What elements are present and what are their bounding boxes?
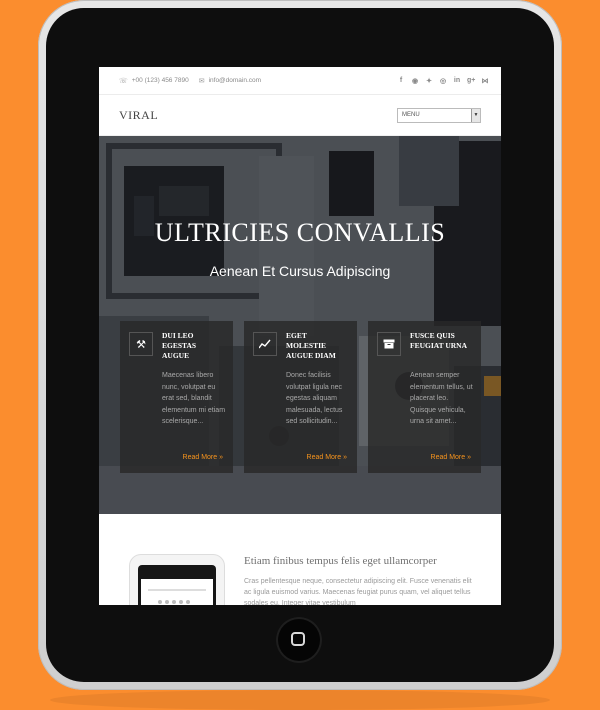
archive-icon (377, 332, 401, 356)
twitter-icon[interactable]: ✦ (425, 77, 433, 85)
phone-contact[interactable]: ☏ +00 (123) 456 7890 (119, 77, 189, 85)
social-links: f ◉ ✦ ◎ in g+ ⋈ (397, 77, 489, 85)
service-card: EGET MOLESTIE AUGUE DIAM Donec facilisis… (244, 321, 357, 473)
site-logo[interactable]: VIRAL (119, 108, 158, 123)
rss-icon[interactable]: ⋈ (481, 77, 489, 85)
hero-subtitle: Aenean Et Cursus Adipiscing (209, 263, 391, 279)
hero-section: ULTRICIES CONVALLIS Aenean Et Cursus Adi… (99, 136, 501, 514)
tablet-screen: ☏ +00 (123) 456 7890 ✉ info@domain.com f… (99, 67, 501, 605)
service-cards: ⚒ DUI LEO EGESTAS AUGUE Maecenas libero … (120, 321, 481, 473)
home-button[interactable] (276, 617, 322, 663)
email-address: info@domain.com (208, 77, 262, 84)
card-text: Donec facilisis volutpat ligula nec eges… (286, 372, 343, 426)
dropdown-arrow-icon: ▼ (471, 108, 480, 122)
read-more-link[interactable]: Read More » (183, 454, 223, 461)
menu-dropdown[interactable]: MENU ▼ (397, 107, 481, 123)
feature-title: Etiam finibus tempus felis eget ullamcor… (244, 555, 437, 567)
phone-icon: ☏ (119, 77, 128, 85)
mail-icon: ✉ (198, 77, 205, 85)
chart-line-icon (253, 332, 277, 356)
service-card: ⚒ DUI LEO EGESTAS AUGUE Maecenas libero … (120, 321, 233, 473)
linkedin-icon[interactable]: in (453, 77, 461, 85)
read-more-link[interactable]: Read More » (307, 454, 347, 461)
top-bar: ☏ +00 (123) 456 7890 ✉ info@domain.com f… (99, 67, 501, 95)
gavel-icon: ⚒ (129, 332, 153, 356)
card-title: FUSCE QUIS FEUGIAT URNA (410, 331, 468, 350)
phone-number: +00 (123) 456 7890 (131, 77, 189, 84)
site-header: VIRAL MENU ▼ (99, 95, 501, 136)
card-text: Aenean semper elementum tellus, ut place… (410, 372, 473, 426)
email-contact[interactable]: ✉ info@domain.com (199, 77, 261, 85)
service-card: FUSCE QUIS FEUGIAT URNA Aenean semper el… (368, 321, 481, 473)
tablet-shadow (50, 690, 550, 710)
dribbble-icon[interactable]: ◎ (439, 77, 447, 85)
card-title: EGET MOLESTIE AUGUE DIAM (286, 331, 336, 360)
facebook-icon[interactable]: f (397, 77, 405, 85)
menu-label: MENU (402, 112, 420, 118)
pinterest-icon[interactable]: ◉ (411, 77, 419, 85)
features-section: Etiam finibus tempus felis eget ullamcor… (99, 514, 501, 605)
phone-mockup-image (129, 554, 225, 605)
phone-screen (138, 565, 216, 605)
hero-title: ULTRICIES CONVALLIS (154, 218, 446, 247)
card-text: Maecenas libero nunc, volutpat eu erat s… (162, 372, 226, 426)
card-title: DUI LEO EGESTAS AUGUE (162, 331, 197, 360)
google-plus-icon[interactable]: g+ (467, 77, 475, 85)
feature-text: Cras pellentesque neque, consectetur adi… (244, 578, 472, 605)
home-square-icon (291, 632, 305, 646)
read-more-link[interactable]: Read More » (431, 454, 471, 461)
